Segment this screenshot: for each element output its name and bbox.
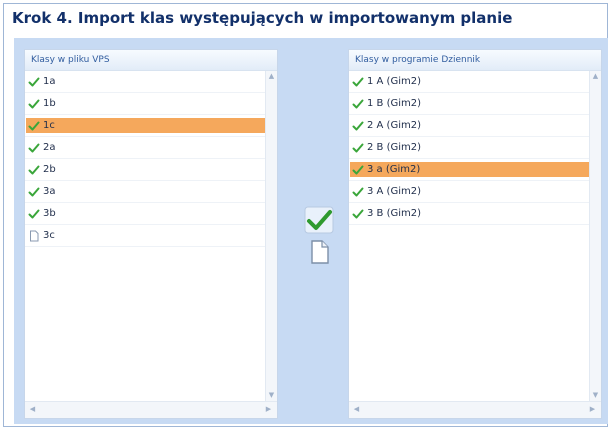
check-mark-icon [352, 143, 364, 153]
vps-class-row[interactable]: 3c [25, 225, 266, 247]
dziennik-classes-panel: Klasy w programie Dziennik 1 A (Gim2) 1 B… [348, 49, 602, 419]
selection-highlight [26, 118, 266, 133]
scroll-right-icon[interactable]: ▶ [589, 406, 596, 413]
check-mark-icon [352, 75, 364, 87]
wizard-step-title: Krok 4. Import klas występujących w impo… [12, 9, 513, 27]
dziennik-class-row[interactable]: 3 a (Gim2) [349, 159, 590, 181]
class-label: 3b [43, 208, 56, 219]
check-mark-icon [28, 209, 40, 219]
create-new-class-button[interactable] [304, 238, 334, 266]
check-mark-icon [352, 121, 364, 131]
class-label: 3 B (Gim2) [367, 208, 422, 219]
class-label: 1 B (Gim2) [367, 98, 422, 109]
vps-classes-header: Klasy w pliku VPS [25, 50, 277, 71]
new-document-icon [311, 240, 329, 264]
dziennik-classes-list: 1 A (Gim2) 1 B (Gim2) 2 A (Gim2) 2 B (Gim2)… [349, 71, 590, 401]
check-mark-icon [28, 97, 40, 109]
check-mark-icon [28, 207, 40, 219]
check-mark-icon [28, 121, 40, 131]
dziennik-class-row[interactable]: 3 A (Gim2) [349, 181, 590, 203]
class-label: 3a [43, 186, 56, 197]
horizontal-scrollbar[interactable]: ◀ ▶ [349, 401, 601, 418]
scroll-up-icon[interactable]: ▲ [268, 73, 275, 80]
dziennik-class-row[interactable]: 1 A (Gim2) [349, 71, 590, 93]
class-label: 2 B (Gim2) [367, 142, 422, 153]
dziennik-classes-header: Klasy w programie Dziennik [349, 50, 601, 71]
vertical-scrollbar[interactable]: ▲ ▼ [265, 71, 277, 401]
vps-class-row[interactable]: 3a [25, 181, 266, 203]
dziennik-class-row[interactable]: 2 B (Gim2) [349, 137, 590, 159]
class-label: 3c [43, 230, 55, 241]
empty-document-icon [30, 230, 39, 242]
check-mark-icon [352, 209, 364, 219]
class-label: 2a [43, 142, 56, 153]
class-label: 1c [43, 120, 55, 131]
vps-classes-panel: Klasy w pliku VPS 1a 1b 1c 2a 2b 3a 3b 3c ▲ ▼ ◀… [24, 49, 278, 419]
check-mark-icon [352, 77, 364, 87]
class-label: 3 a (Gim2) [367, 164, 421, 175]
vertical-scrollbar[interactable]: ▲ ▼ [589, 71, 601, 401]
check-mark-icon [28, 187, 40, 197]
vps-class-row[interactable]: 1b [25, 93, 266, 115]
check-mark-icon [352, 187, 364, 197]
check-mark-icon [352, 97, 364, 109]
wizard-frame: Krok 4. Import klas występujących w impo… [3, 3, 608, 427]
vps-class-row[interactable]: 3b [25, 203, 266, 225]
class-label: 2b [43, 164, 56, 175]
dziennik-class-row[interactable]: 3 B (Gim2) [349, 203, 590, 225]
check-mark-icon [352, 185, 364, 197]
check-mark-icon [28, 119, 40, 131]
dziennik-class-row[interactable]: 2 A (Gim2) [349, 115, 590, 137]
check-mark-icon [304, 206, 334, 234]
class-label: 2 A (Gim2) [367, 120, 421, 131]
check-mark-icon [28, 77, 40, 87]
check-mark-icon [352, 99, 364, 109]
check-mark-icon [28, 143, 40, 153]
vps-class-row[interactable]: 1a [25, 71, 266, 93]
check-mark-icon [352, 165, 364, 175]
check-mark-icon [28, 185, 40, 197]
import-work-area: Klasy w pliku VPS 1a 1b 1c 2a 2b 3a 3b 3c ▲ ▼ ◀… [14, 38, 608, 424]
scroll-left-icon[interactable]: ◀ [353, 406, 360, 413]
check-mark-icon [352, 119, 364, 131]
scroll-up-icon[interactable]: ▲ [592, 73, 599, 80]
scroll-right-icon[interactable]: ▶ [265, 406, 272, 413]
dziennik-class-row[interactable]: 1 B (Gim2) [349, 93, 590, 115]
scroll-down-icon[interactable]: ▼ [268, 392, 275, 399]
check-mark-icon [28, 99, 40, 109]
vps-class-row[interactable]: 2a [25, 137, 266, 159]
scroll-left-icon[interactable]: ◀ [29, 406, 36, 413]
check-mark-icon [352, 163, 364, 175]
vps-class-row[interactable]: 2b [25, 159, 266, 181]
horizontal-scrollbar[interactable]: ◀ ▶ [25, 401, 277, 418]
class-label: 1a [43, 76, 56, 87]
class-label: 1b [43, 98, 56, 109]
check-mark-icon [28, 75, 40, 87]
scroll-down-icon[interactable]: ▼ [592, 392, 599, 399]
empty-document-icon [28, 229, 40, 242]
check-mark-icon [352, 207, 364, 219]
class-label: 1 A (Gim2) [367, 76, 421, 87]
vps-classes-list: 1a 1b 1c 2a 2b 3a 3b 3c [25, 71, 266, 401]
check-mark-icon [352, 141, 364, 153]
vps-class-row[interactable]: 1c [25, 115, 266, 137]
check-mark-icon [28, 141, 40, 153]
check-mark-icon [28, 165, 40, 175]
check-mark-icon [28, 163, 40, 175]
class-label: 3 A (Gim2) [367, 186, 421, 197]
assign-class-button[interactable] [304, 206, 334, 234]
